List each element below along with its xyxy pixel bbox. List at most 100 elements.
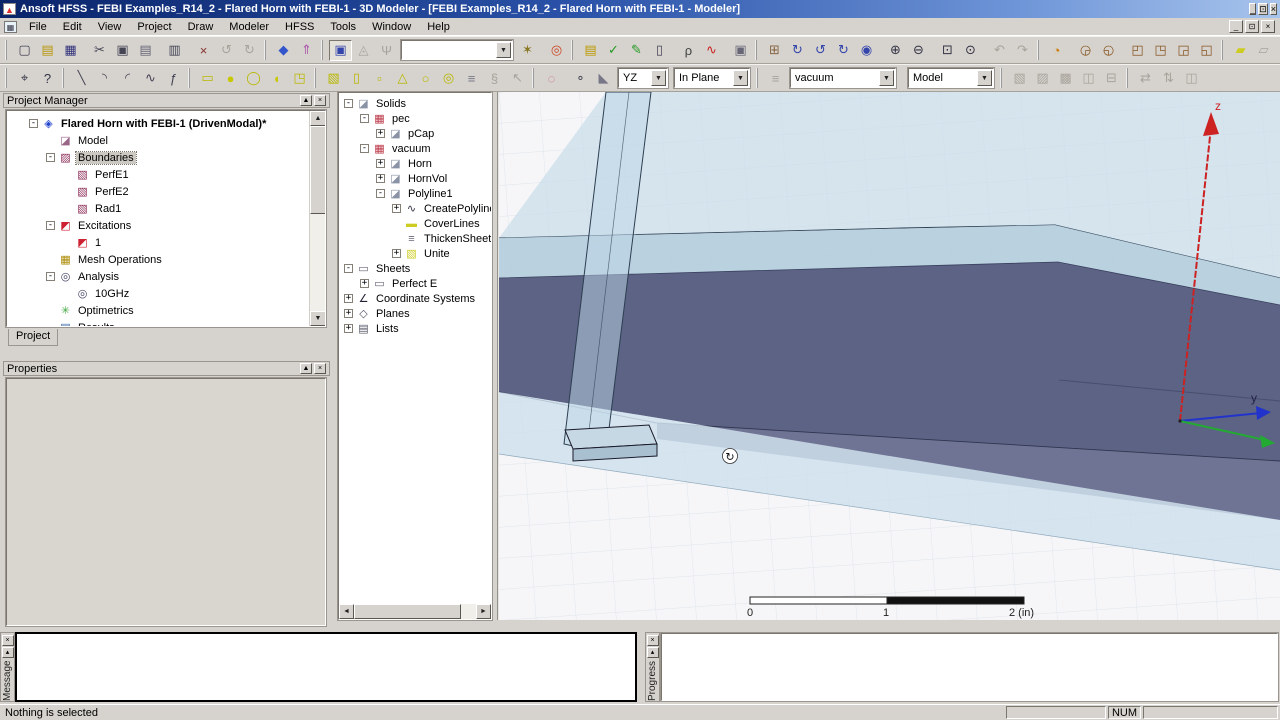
collapse-icon[interactable]: ▴ <box>1 647 14 658</box>
modeler-tree-hscrollbar[interactable]: ◄ ► <box>339 604 491 619</box>
collapse-node-icon[interactable]: - <box>376 189 385 198</box>
tree-item-analysis[interactable]: - ◎ Analysis <box>7 268 325 285</box>
report-button[interactable]: ▯ <box>648 40 671 61</box>
draw-helix-button[interactable]: § <box>483 68 506 89</box>
tree-item-polyline1[interactable]: - ◪ Polyline1 <box>339 186 491 201</box>
open-button[interactable]: ▤ <box>36 40 59 61</box>
layers-button[interactable]: ≡ <box>764 68 787 89</box>
expand-node-icon[interactable]: + <box>392 249 401 258</box>
collapse-icon[interactable]: ▴ <box>646 647 659 658</box>
redo-button[interactable]: ↻ <box>238 40 261 61</box>
scroll-left-icon[interactable]: ◄ <box>339 604 354 619</box>
create-report-button[interactable]: ∿ <box>700 40 723 61</box>
tree-item-optimetrics[interactable]: ✳ Optimetrics <box>7 302 325 319</box>
draw-regular-polygon-button[interactable]: ◯ <box>242 68 265 89</box>
tree-item-horn[interactable]: + ◪ Horn <box>339 156 491 171</box>
draw-spline-button[interactable]: ∿ <box>139 68 162 89</box>
rotate-around-center-button[interactable]: ◉ <box>855 40 878 61</box>
close-icon[interactable]: × <box>1 635 14 646</box>
arrange-rotate-button[interactable]: ⇅ <box>1157 68 1180 89</box>
bool-subtract-button[interactable]: ▨ <box>1031 68 1054 89</box>
chevron-down-icon[interactable]: ▼ <box>651 70 666 86</box>
view-redo-button[interactable]: ↷ <box>1011 40 1034 61</box>
menu-modeler[interactable]: Modeler <box>221 19 277 35</box>
bool-split-button[interactable]: ◫ <box>1077 68 1100 89</box>
tree-item-vacuum[interactable]: - ▦ vacuum <box>339 141 491 156</box>
new-button[interactable]: ▢ <box>13 40 36 61</box>
collapse-node-icon[interactable]: - <box>344 99 353 108</box>
draw-ellipse-button[interactable]: ◖ <box>265 68 288 89</box>
tree-item-excitations[interactable]: - ◩ Excitations <box>7 217 325 234</box>
draw-point-button[interactable]: ∘ <box>569 68 592 89</box>
tree-item-mesh-operations[interactable]: ▦ Mesh Operations <box>7 251 325 268</box>
collapse-node-icon[interactable]: - <box>29 119 38 128</box>
menu-project[interactable]: Project <box>129 19 179 35</box>
tree-item-solids[interactable]: - ◪ Solids <box>339 96 491 111</box>
tree-item-lists[interactable]: + ▤ Lists <box>339 321 491 336</box>
collapse-node-icon[interactable]: - <box>46 221 55 230</box>
draw-arc-3pt-button[interactable]: ◝ <box>93 68 116 89</box>
minimize-button[interactable]: _ <box>1249 3 1257 15</box>
tree-item-createpolyline[interactable]: + ∿ CreatePolyline <box>339 201 491 216</box>
expand-node-icon[interactable]: + <box>360 279 369 288</box>
collapse-node-icon[interactable]: - <box>46 272 55 281</box>
expand-node-icon[interactable]: + <box>344 309 353 318</box>
copy-image-button[interactable]: ▣ <box>729 40 752 61</box>
project-tree-scrollbar[interactable]: ▲ ▼ <box>309 111 325 326</box>
scrollbar-thumb[interactable] <box>354 604 461 619</box>
orient-bottom-button[interactable]: ◳ <box>1149 40 1172 61</box>
draw-sweep-button[interactable]: ◳ <box>288 68 311 89</box>
menu-edit[interactable]: Edit <box>55 19 90 35</box>
draw-circle-button[interactable]: ● <box>219 68 242 89</box>
validate-button[interactable]: ⇑ <box>295 40 318 61</box>
submit-job-button[interactable]: ◬ <box>352 40 375 61</box>
orient-top-button[interactable]: ◰ <box>1126 40 1149 61</box>
zoom-window-button[interactable]: ⊡ <box>936 40 959 61</box>
fit-all-button[interactable]: ⊙ <box>959 40 982 61</box>
object-type-combo[interactable]: Model ▼ <box>907 67 995 89</box>
chevron-down-icon[interactable]: ▼ <box>733 70 748 86</box>
select-object-button[interactable]: ⌖ <box>13 68 36 89</box>
tree-item-perfe1[interactable]: ▧ PerfE1 <box>7 166 325 183</box>
draw-equation-curve-button[interactable]: ƒ <box>162 68 185 89</box>
movement-mode-combo[interactable]: In Plane ▼ <box>673 67 751 89</box>
tree-item-boundaries[interactable]: - ▨ Boundaries <box>7 149 325 166</box>
menu-hfss[interactable]: HFSS <box>277 19 322 35</box>
edit-sources-button[interactable]: ✎ <box>625 40 648 61</box>
draw-line-button[interactable]: ╲ <box>70 68 93 89</box>
chevron-down-icon[interactable]: ▼ <box>977 70 992 86</box>
copy-button[interactable]: ▣ <box>111 40 134 61</box>
scroll-right-icon[interactable]: ► <box>476 604 491 619</box>
render-speed-button[interactable]: ◔ <box>1045 40 1068 61</box>
select-grayed-button[interactable]: ↖ <box>506 68 529 89</box>
minimize-button[interactable]: _ <box>1229 20 1243 33</box>
cut-button[interactable]: ✂ <box>88 40 111 61</box>
expand-node-icon[interactable]: + <box>392 204 401 213</box>
tree-item-planes[interactable]: + ◇ Planes <box>339 306 491 321</box>
collapse-icon[interactable]: ▲ <box>300 95 312 106</box>
expand-node-icon[interactable]: + <box>344 324 353 333</box>
tree-item-pec[interactable]: - ▦ pec <box>339 111 491 126</box>
tree-item-coverlines[interactable]: ▬ CoverLines <box>339 216 491 231</box>
tree-item-1[interactable]: ◩ 1 <box>7 234 325 251</box>
hfss-modules-button[interactable]: ◆ <box>272 40 295 61</box>
mdi-child-icon[interactable]: ▦ <box>4 20 17 33</box>
pan-button[interactable]: ⊞ <box>763 40 786 61</box>
close-icon[interactable]: × <box>314 363 326 374</box>
close-button[interactable]: × <box>1261 20 1275 33</box>
collapse-node-icon[interactable]: - <box>46 153 55 162</box>
draw-box-button[interactable]: ▧ <box>322 68 345 89</box>
restore-button[interactable]: ⊡ <box>1258 3 1268 15</box>
chevron-down-icon[interactable]: ▼ <box>496 42 511 58</box>
menu-draw[interactable]: Draw <box>180 19 222 35</box>
draw-cone-button[interactable]: △ <box>391 68 414 89</box>
distributed-analysis-button[interactable]: Ψ <box>375 40 398 61</box>
draw-sphere-button[interactable]: ○ <box>414 68 437 89</box>
bool-intersect-button[interactable]: ▩ <box>1054 68 1077 89</box>
draw-bondwire-button[interactable]: ≡ <box>460 68 483 89</box>
animate-cw-button[interactable]: ◶ <box>1074 40 1097 61</box>
validation-check-button[interactable]: ✓ <box>602 40 625 61</box>
design-variation-combo[interactable]: ▼ <box>400 39 514 61</box>
grid-plane-hidden-button[interactable]: ▱ <box>1252 40 1275 61</box>
zoom-out-button[interactable]: ⊖ <box>907 40 930 61</box>
